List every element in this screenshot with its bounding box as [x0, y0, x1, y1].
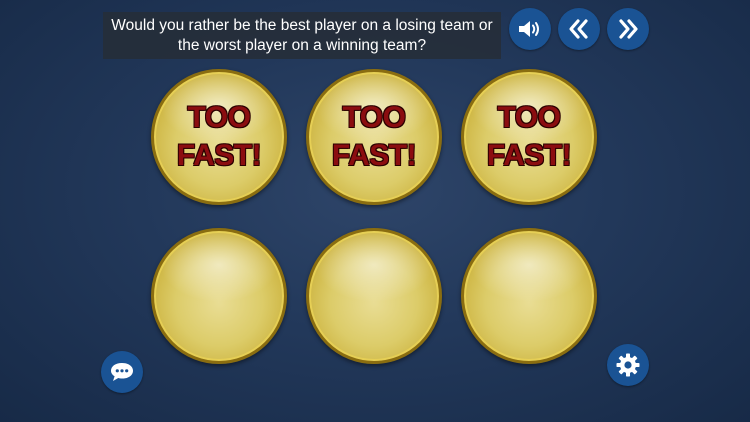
- ball-text-line-2: FAST!: [331, 139, 417, 172]
- ball-text-line-1: TOO: [497, 101, 561, 134]
- answer-ball-3[interactable]: TOO FAST!: [461, 69, 597, 205]
- sound-button[interactable]: [509, 8, 551, 50]
- double-chevron-right-icon: [619, 19, 638, 39]
- ball-text-line-2: FAST!: [486, 139, 572, 172]
- double-chevron-left-icon: [569, 19, 588, 39]
- answer-ball-1[interactable]: TOO FAST!: [151, 69, 287, 205]
- answer-ball-2[interactable]: TOO FAST!: [306, 69, 442, 205]
- chat-button[interactable]: [101, 351, 143, 393]
- back-button[interactable]: [558, 8, 600, 50]
- question-line-1: Would you rather be the best player on a…: [111, 16, 493, 34]
- ball-text-line-1: TOO: [187, 101, 251, 134]
- answer-ball-6[interactable]: [461, 228, 597, 364]
- question-line-2: the worst player on a winning team?: [177, 36, 427, 54]
- settings-button[interactable]: [607, 344, 649, 386]
- forward-button[interactable]: [607, 8, 649, 50]
- question-banner: Would you rather be the best player on a…: [103, 12, 501, 59]
- answer-ball-5[interactable]: [306, 228, 442, 364]
- ball-text-line-2: FAST!: [176, 139, 262, 172]
- gear-icon: [616, 353, 640, 377]
- answer-ball-4[interactable]: [151, 228, 287, 364]
- speaker-volume-icon: [519, 21, 539, 37]
- chat-bubble-icon: [111, 363, 133, 381]
- ball-text-line-1: TOO: [342, 101, 406, 134]
